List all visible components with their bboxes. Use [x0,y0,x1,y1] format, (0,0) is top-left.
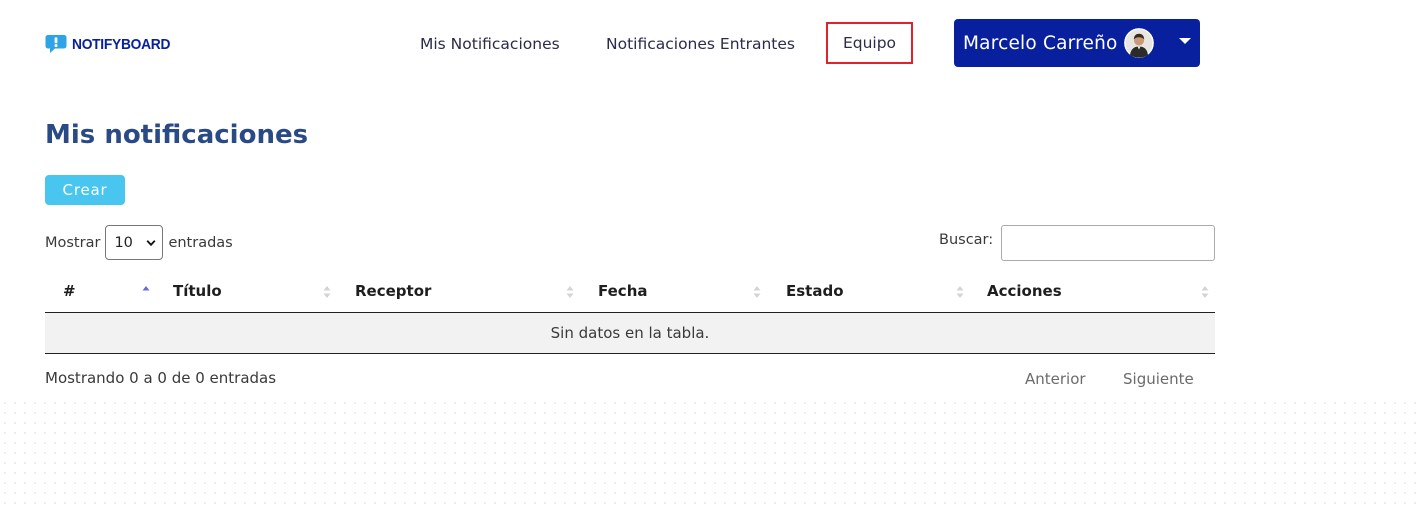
brand-logo[interactable]: NOTIFYBOARD [45,33,179,55]
nav-link-equipo[interactable]: Equipo [826,22,913,64]
page: NOTIFYBOARD Mis Notificaciones Notificac… [0,0,1416,507]
search-input[interactable] [1001,225,1215,261]
brand-name: NOTIFYBOARD [72,35,171,53]
column-header-label: Receptor [355,282,432,300]
dotted-background [0,398,1416,507]
create-button[interactable]: Crear [45,175,125,205]
length-suffix: entradas [168,234,233,251]
pagination-previous-button[interactable]: Anterior [1025,370,1086,388]
page-title: Mis notificaciones [45,120,309,150]
nav-link-mis-notificaciones[interactable]: Mis Notificaciones [420,33,560,55]
column-header-label: Acciones [987,282,1062,300]
column-header-estado[interactable]: Estado [786,270,946,312]
user-name: Marcelo Carreño [963,32,1118,54]
sort-icon [566,286,574,298]
length-prefix: Mostrar [45,234,101,251]
nav-link-notificaciones-entrantes[interactable]: Notificaciones Entrantes [606,33,795,55]
column-header-label: Fecha [598,282,648,300]
column-header-label: # [63,282,76,300]
sort-icon [323,286,331,298]
column-header-titulo[interactable]: Título [173,270,333,312]
column-header-label: Título [173,282,222,300]
column-header-acciones[interactable]: Acciones [987,270,1167,312]
sort-icon [956,286,964,298]
chevron-down-icon [146,240,156,247]
table-empty-row: Sin datos en la tabla. [45,313,1215,354]
search-label: Buscar: [939,232,994,248]
entries-per-page-value: 10 [114,234,133,251]
caret-down-icon [1179,38,1191,44]
empty-table-message: Sin datos en la tabla. [550,324,710,342]
sort-ascending-icon [142,286,150,291]
user-menu-button[interactable]: Marcelo Carreño [954,19,1200,67]
column-header-receptor[interactable]: Receptor [355,270,555,312]
pagination-next-button[interactable]: Siguiente [1123,370,1194,388]
entries-length-control: Mostrar 10 entradas [45,225,233,260]
user-avatar-icon [1123,28,1154,58]
column-header-fecha[interactable]: Fecha [598,270,748,312]
entries-per-page-select[interactable]: 10 [105,225,164,260]
sort-icon [1201,286,1209,298]
table-info: Mostrando 0 a 0 de 0 entradas [45,369,277,387]
nav-link-equipo-label: Equipo [842,34,897,52]
notification-bubble-icon [45,35,67,53]
notifications-table: # Título Receptor Fecha Estado Acciones … [45,270,1215,354]
sort-icon [753,286,761,298]
column-header-label: Estado [786,282,844,300]
table-header: # Título Receptor Fecha Estado Acciones [45,270,1215,313]
